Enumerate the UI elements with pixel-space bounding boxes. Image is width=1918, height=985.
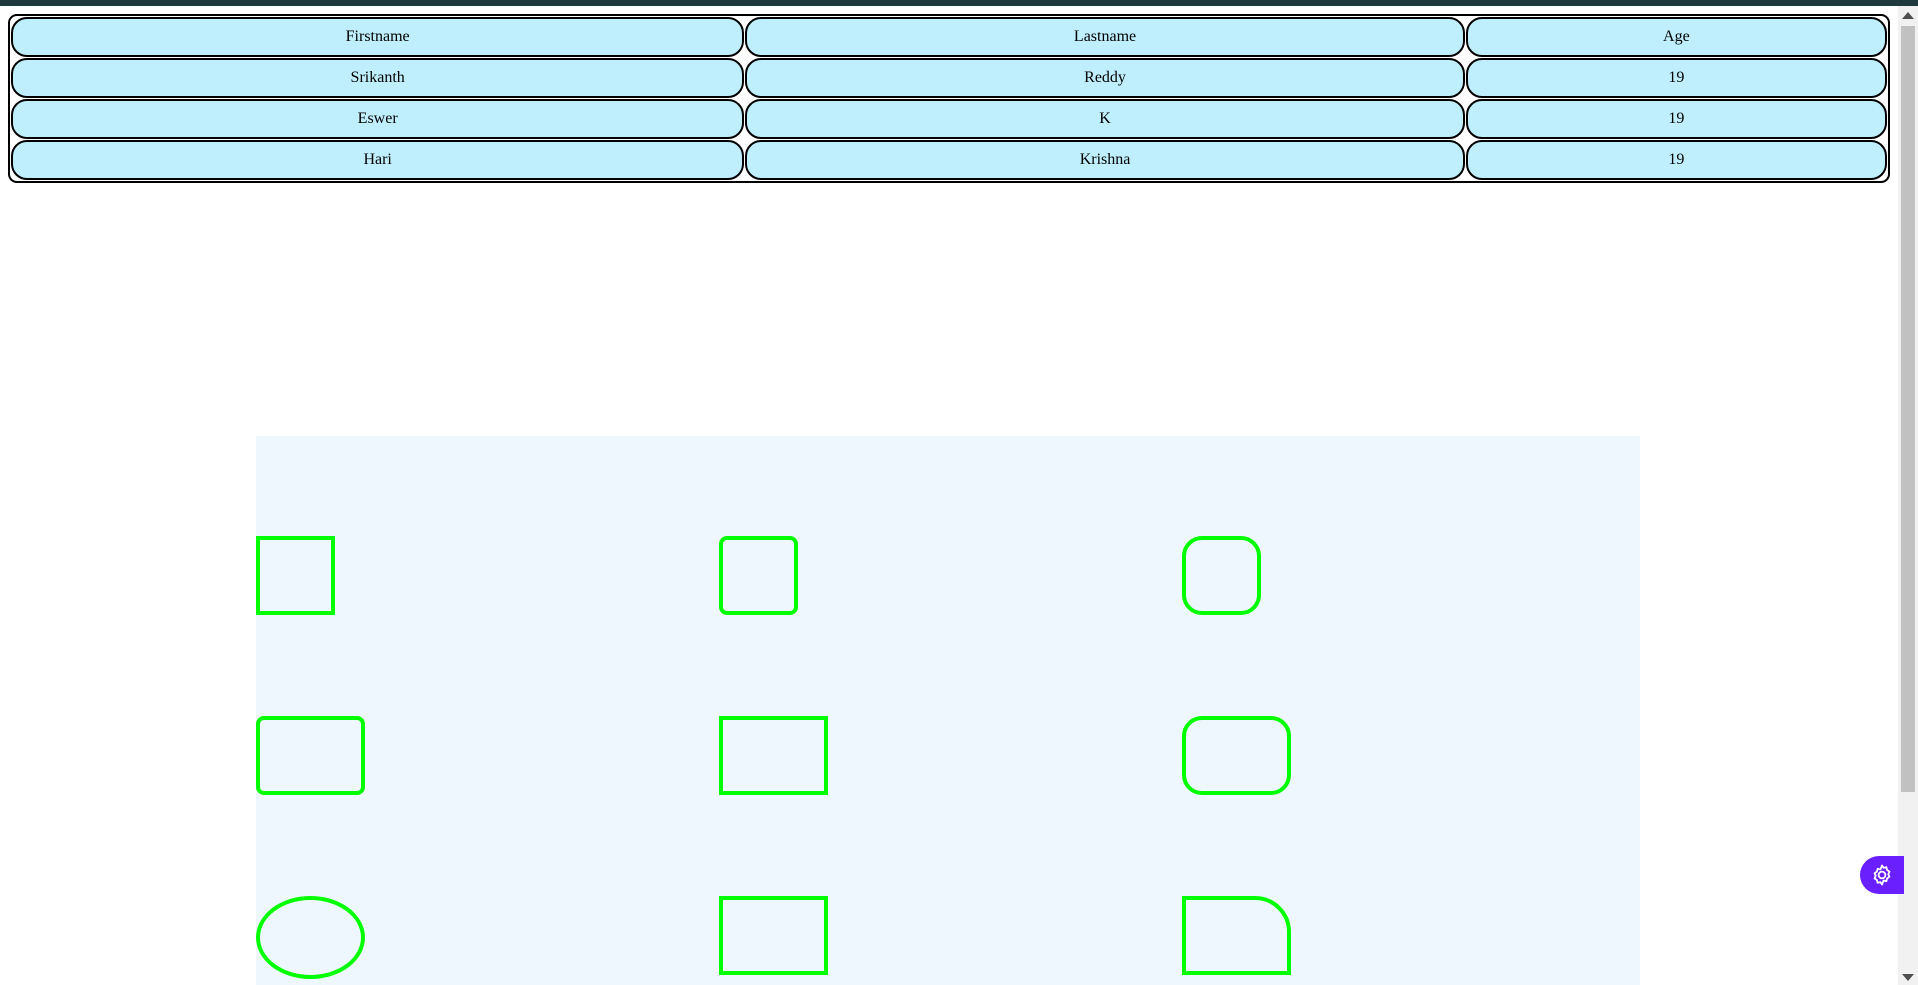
more-rounded-rectangle-shape	[1182, 716, 1291, 795]
header-age: Age	[1465, 17, 1887, 57]
cell-lastname: Krishna	[745, 140, 1465, 180]
cell-age: 19	[1465, 99, 1887, 139]
cell-age: 19	[1465, 58, 1887, 98]
rectangle-shape	[719, 896, 828, 975]
cell-lastname: Reddy	[745, 58, 1465, 98]
more-rounded-square-shape	[1182, 536, 1261, 615]
square-shape	[256, 536, 335, 615]
table-row: Eswer K 19	[11, 99, 1887, 139]
table-row: Hari Krishna 19	[11, 140, 1887, 180]
page-content: Firstname Lastname Age Srikanth Reddy 19…	[0, 6, 1898, 985]
cell-firstname: Eswer	[11, 99, 745, 139]
assist-button[interactable]	[1860, 856, 1904, 894]
settings-gear-icon	[1873, 864, 1891, 886]
scroll-up-arrow-icon[interactable]	[1902, 12, 1914, 19]
rounded-square-shape	[719, 536, 798, 615]
header-lastname: Lastname	[745, 17, 1465, 57]
cell-firstname: Hari	[11, 140, 745, 180]
scrollbar-thumb[interactable]	[1901, 26, 1915, 792]
table-header-row: Firstname Lastname Age	[11, 17, 1887, 57]
table-row: Srikanth Reddy 19	[11, 58, 1887, 98]
shapes-container	[256, 436, 1640, 985]
cell-lastname: K	[745, 99, 1465, 139]
vertical-scrollbar[interactable]	[1898, 6, 1918, 985]
people-table: Firstname Lastname Age Srikanth Reddy 19…	[8, 14, 1890, 183]
rectangle-rounded-corner-shape	[1182, 896, 1291, 975]
ellipse-shape	[256, 896, 365, 979]
cell-age: 19	[1465, 140, 1887, 180]
header-firstname: Firstname	[11, 17, 745, 57]
scroll-down-arrow-icon[interactable]	[1902, 974, 1914, 981]
cell-firstname: Srikanth	[11, 58, 745, 98]
rounded-rectangle-shape	[256, 716, 365, 795]
rectangle-shape	[719, 716, 828, 795]
